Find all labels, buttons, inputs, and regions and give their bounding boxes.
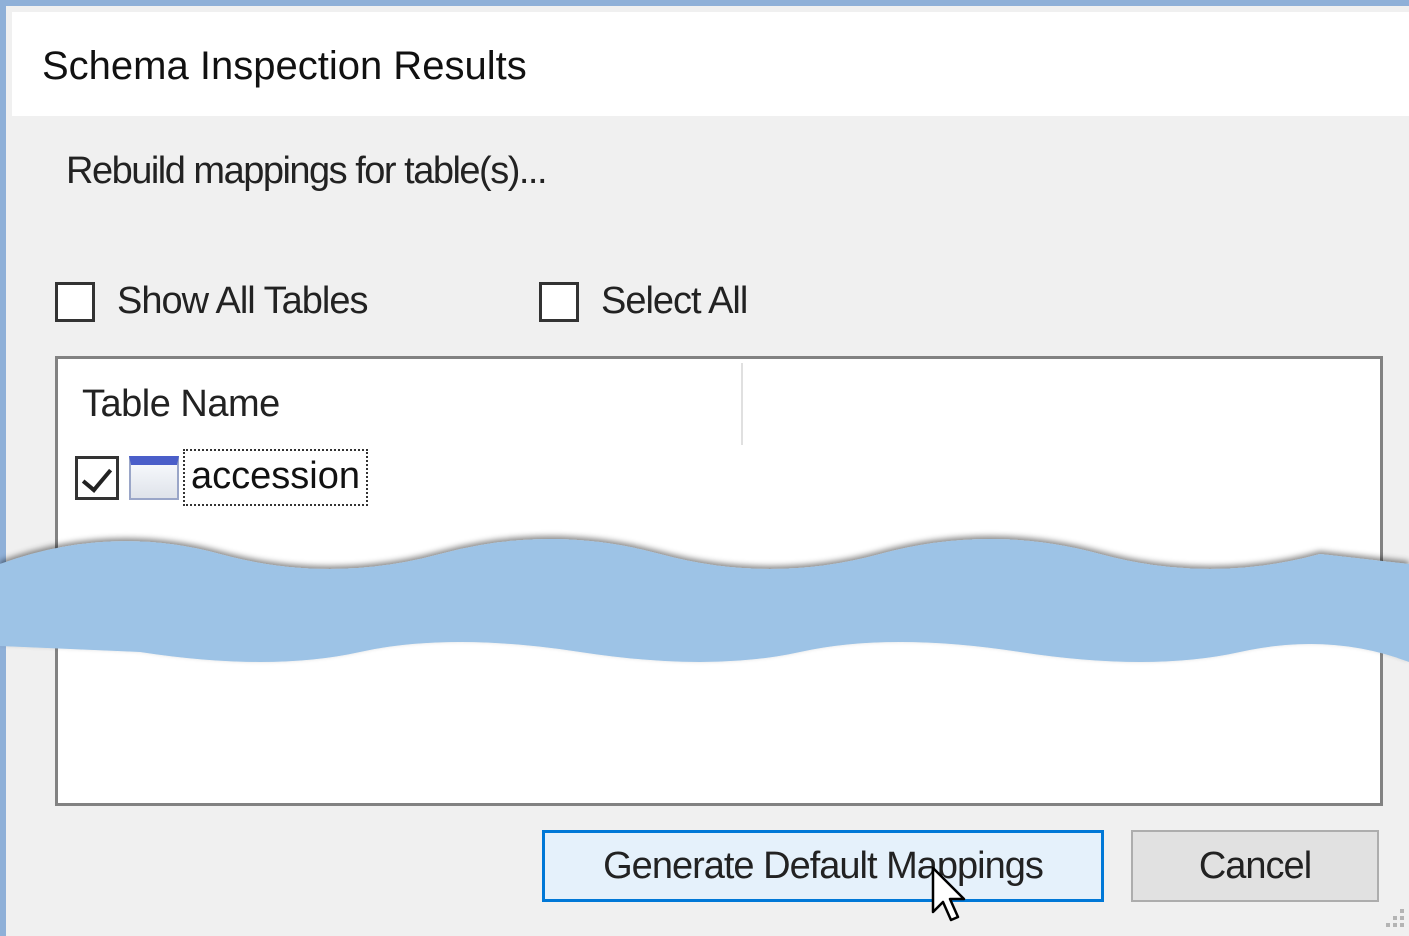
resize-grip-icon[interactable] [1380, 905, 1406, 933]
table-row[interactable]: accession [75, 449, 368, 506]
instruction-text: Rebuild mappings for table(s)... [66, 150, 548, 192]
dialog-window: Schema Inspection Results Rebuild mappin… [0, 0, 1409, 936]
select-all-label: Select All [601, 280, 748, 322]
table-icon [129, 455, 179, 500]
checkmark-icon [81, 460, 113, 493]
column-header-table-name[interactable]: Table Name [82, 383, 280, 426]
cancel-button[interactable]: Cancel [1131, 830, 1379, 902]
table-name-label[interactable]: accession [183, 449, 368, 506]
show-all-tables-checkbox[interactable] [55, 281, 95, 322]
show-all-tables-label: Show All Tables [117, 280, 368, 322]
title-bar[interactable]: Schema Inspection Results [12, 12, 1409, 116]
show-all-tables-option[interactable]: Show All Tables [55, 280, 368, 323]
select-all-option[interactable]: Select All [539, 280, 748, 323]
dialog-title: Schema Inspection Results [42, 44, 527, 88]
column-divider[interactable] [741, 363, 743, 445]
wave-break-graphic [0, 539, 1409, 662]
generate-default-mappings-button[interactable]: Generate Default Mappings [542, 830, 1104, 902]
mouse-cursor-icon [931, 866, 966, 922]
row-checkbox[interactable] [75, 455, 119, 500]
select-all-checkbox[interactable] [539, 281, 579, 322]
